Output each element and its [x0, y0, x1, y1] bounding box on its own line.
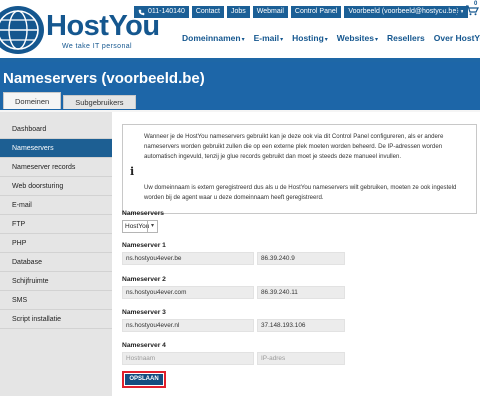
info-box: i Wanneer je de HostYou nameservers gebr… [122, 124, 477, 214]
nav-hosting[interactable]: Hosting▾ [292, 33, 328, 43]
sidebar-item-nameserver-records[interactable]: Nameserver records [0, 158, 112, 177]
nameserver-3-label: Nameserver 3 [122, 309, 166, 316]
info-paragraph-1: Wanneer je de HostYou nameservers gebrui… [144, 133, 444, 160]
nav-domeinnamen[interactable]: Domeinnamen▾ [182, 33, 245, 43]
nameserver-1-ip-field[interactable]: 86.39.240.9 [257, 252, 345, 265]
nav-over-hostyou[interactable]: Over HostYou [434, 33, 480, 43]
tab-bar: Domeinen Subgebruikers [3, 92, 136, 109]
phone-icon [138, 9, 145, 15]
language-switcher: NL | EN [441, 7, 465, 14]
nameserver-3-ip-field[interactable]: 37.148.193.106 [257, 319, 345, 332]
phone-number: 011-140140 [148, 8, 185, 15]
nameserver-1-host-field[interactable]: ns.hostyou4ever.be [122, 252, 254, 265]
chevron-down-icon: ▾ [241, 37, 245, 43]
site-header: HostYou We take IT personal 011-140140 C… [0, 0, 480, 58]
nameserver-4-host-field[interactable]: Hostnaam [122, 352, 254, 365]
sidebar-item-sms[interactable]: SMS [0, 291, 112, 310]
tab-subgebruikers[interactable]: Subgebruikers [63, 95, 136, 109]
nav-websites[interactable]: Websites▾ [337, 33, 378, 43]
sidebar: Dashboard Nameservers Nameserver records… [0, 112, 112, 396]
page-title: Nameservers (voorbeeld.be) [3, 70, 205, 87]
nameserver-2-ip-field[interactable]: 86.39.240.11 [257, 286, 345, 299]
info-paragraph-2: Uw domeinnaam is extern geregistreerd du… [144, 184, 457, 201]
nameservers-select-value: HostYou [125, 223, 150, 230]
chevron-down-icon: ▾ [324, 37, 328, 43]
globe-icon [0, 6, 44, 54]
tab-domeinen[interactable]: Domeinen [3, 92, 62, 109]
nameserver-4-label: Nameserver 4 [122, 342, 166, 349]
info-icon: i [130, 165, 135, 178]
webmail-link[interactable]: Webmail [252, 6, 288, 18]
save-button[interactable]: OPSLAAN [122, 371, 166, 388]
cart-count: 0 [474, 1, 478, 7]
top-links: 011-140140 Contact Jobs Webmail Control … [134, 6, 468, 18]
sidebar-item-schijfruimte[interactable]: Schijfruimte [0, 272, 112, 291]
nameserver-2-host-field[interactable]: ns.hostyou4ever.com [122, 286, 254, 299]
main-content: i Wanneer je de HostYou nameservers gebr… [112, 112, 480, 396]
chevron-down-icon: ▾ [374, 37, 378, 43]
nameserver-2-label: Nameserver 2 [122, 276, 166, 283]
brand-tagline: We take IT personal [62, 43, 132, 50]
nav-resellers[interactable]: Resellers [387, 33, 425, 43]
control-panel-link[interactable]: Control Panel [290, 6, 342, 18]
jobs-link[interactable]: Jobs [226, 6, 250, 18]
contact-link[interactable]: Contact [191, 6, 224, 18]
hostyou-logo[interactable]: HostYou We take IT personal [0, 4, 160, 54]
lang-en-link[interactable]: EN [455, 7, 465, 14]
sidebar-item-dashboard[interactable]: Dashboard [0, 120, 112, 139]
sidebar-item-web-doorsturing[interactable]: Web doorsturing [0, 177, 112, 196]
cart-button[interactable]: 0 [465, 1, 479, 16]
nameservers-select[interactable]: HostYou ▾ [122, 220, 158, 233]
sidebar-item-php[interactable]: PHP [0, 234, 112, 253]
lang-nl-link[interactable]: NL [441, 7, 450, 14]
main-nav: Domeinnamen▾ E-mail▾ Hosting▾ Websites▾ … [182, 33, 480, 43]
chevron-down-icon: ▾ [147, 221, 157, 232]
nameserver-3-host-field[interactable]: ns.hostyou4ever.nl [122, 319, 254, 332]
sidebar-item-nameservers[interactable]: Nameservers [0, 139, 112, 158]
lang-separator: | [451, 7, 454, 14]
nav-email[interactable]: E-mail▾ [254, 33, 284, 43]
nameservers-label: Nameservers [122, 210, 165, 217]
save-button-label: OPSLAAN [125, 374, 163, 385]
nameserver-4-ip-field[interactable]: IP-adres [257, 352, 345, 365]
phone-link[interactable]: 011-140140 [134, 6, 189, 18]
sidebar-item-database[interactable]: Database [0, 253, 112, 272]
sidebar-item-email[interactable]: E-mail [0, 196, 112, 215]
chevron-down-icon: ▾ [280, 37, 284, 43]
sidebar-item-ftp[interactable]: FTP [0, 215, 112, 234]
sidebar-item-script-installatie[interactable]: Script installatie [0, 310, 112, 329]
title-band: Nameservers (voorbeeld.be) Domeinen Subg… [0, 62, 480, 112]
nameserver-1-label: Nameserver 1 [122, 242, 166, 249]
